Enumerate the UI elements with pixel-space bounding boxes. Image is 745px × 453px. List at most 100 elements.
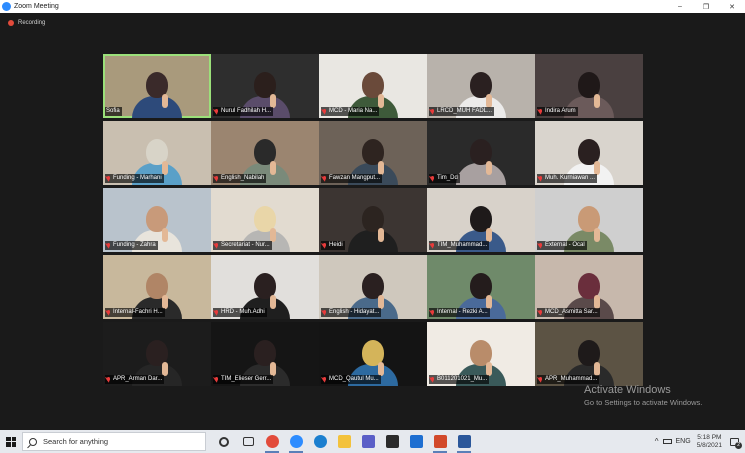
muted-mic-icon	[214, 175, 219, 182]
participant-tile[interactable]: Internal-Fachri H...	[103, 255, 211, 319]
participant-name-label: English - Hidayat...	[321, 308, 382, 317]
edge-taskbar-button[interactable]	[308, 430, 332, 453]
task-view-taskbar-button[interactable]	[236, 430, 260, 453]
participant-tile[interactable]: LRCD_MUH FADL...	[427, 54, 535, 118]
participant-tile[interactable]: MCD_Asmitta Sar...	[535, 255, 643, 319]
muted-mic-icon	[538, 309, 543, 316]
participant-name-label: Muh. Kurniawan ...	[537, 174, 598, 183]
participant-name-label: Funding - Zahra	[105, 241, 158, 250]
taskbar-search[interactable]: Search for anything	[22, 432, 206, 451]
start-button[interactable]	[0, 430, 22, 453]
muted-mic-icon	[538, 175, 543, 182]
teams-taskbar-button[interactable]	[356, 430, 380, 453]
notification-count: 2	[735, 441, 742, 449]
participant-name-label: External - Ocal	[537, 241, 587, 250]
chrome-taskbar-button[interactable]	[260, 430, 284, 453]
muted-mic-icon	[106, 242, 111, 249]
participant-name: Internal - Rezki A...	[437, 309, 488, 315]
battery-icon[interactable]	[662, 439, 672, 444]
search-icon	[29, 437, 37, 446]
participant-name-label: Secretariat - Nur...	[213, 241, 272, 250]
muted-mic-icon	[106, 376, 111, 383]
participant-tile[interactable]: Secretariat - Nur...	[211, 188, 319, 252]
muted-mic-icon	[430, 376, 435, 383]
participant-video	[132, 72, 182, 118]
participant-tile[interactable]: English - Hidayat...	[319, 255, 427, 319]
search-placeholder: Search for anything	[43, 437, 109, 446]
participant-tile[interactable]: Heidi	[319, 188, 427, 252]
participant-name: HRD - Muh.Adhi	[221, 309, 265, 315]
participant-name-label: Nurul Fadhilah H...	[213, 107, 274, 116]
watermark-title: Activate Windows	[584, 384, 671, 396]
participant-name-label: Indira Arum	[537, 107, 578, 116]
taskbar: Search for anything ^ ENG 5:18 PM 5/8/20…	[0, 430, 745, 453]
system-tray: ^ ENG 5:18 PM 5/8/2021 2	[655, 430, 745, 453]
muted-mic-icon	[106, 175, 111, 182]
participant-tile[interactable]: APR_Arman Dar...	[103, 322, 211, 386]
participant-video	[348, 206, 398, 252]
participant-tile[interactable]: Nurul Fadhilah H...	[211, 54, 319, 118]
participant-name: LRCD_MUH FADL...	[437, 108, 493, 114]
muted-mic-icon	[538, 108, 543, 115]
word-taskbar-button[interactable]	[452, 430, 476, 453]
participant-tile[interactable]: TIM_Muhammad...	[427, 188, 535, 252]
participant-name: B011201021_Mu...	[437, 376, 488, 382]
muted-mic-icon	[214, 309, 219, 316]
powerpoint-taskbar-button[interactable]	[428, 430, 452, 453]
participant-tile[interactable]: English_Nabilah	[211, 121, 319, 185]
file-explorer-taskbar-button[interactable]	[332, 430, 356, 453]
muted-mic-icon	[430, 309, 435, 316]
participant-name-label: LRCD_MUH FADL...	[429, 107, 495, 116]
taskbar-apps	[212, 430, 476, 453]
participant-name: Internal-Fachri H...	[113, 309, 163, 315]
cortana-taskbar-button[interactable]	[212, 430, 236, 453]
participant-tile[interactable]: MCD_Qautul Mu...	[319, 322, 427, 386]
participant-name: APR_Arman Dar...	[113, 376, 163, 382]
edge-icon	[313, 435, 327, 448]
participant-name-label: Sofia	[105, 107, 122, 116]
muted-mic-icon	[322, 175, 327, 182]
cortana-icon	[219, 436, 229, 447]
participant-name: TIM_Elieser Gerr...	[221, 376, 272, 382]
participant-name-label: B011201021_Mu...	[429, 375, 490, 384]
participant-name: Nurul Fadhilah H...	[221, 108, 272, 114]
participant-name-label: Internal - Rezki A...	[429, 308, 490, 317]
participant-name-label: MCD_Asmitta Sar...	[537, 308, 600, 317]
task-view-icon	[242, 437, 254, 446]
windows-logo-icon	[6, 436, 16, 447]
muted-mic-icon	[322, 309, 327, 316]
muted-mic-icon	[430, 242, 435, 249]
participant-tile[interactable]: Funding - Zahra	[103, 188, 211, 252]
clock-time: 5:18 PM	[697, 433, 722, 441]
participant-name: Heidi	[329, 242, 343, 248]
notification-center-icon[interactable]: 2	[730, 437, 742, 449]
participant-tile[interactable]: External - Ocal	[535, 188, 643, 252]
participant-tile[interactable]: Indira Arum	[535, 54, 643, 118]
file-explorer-icon	[337, 435, 351, 448]
muted-mic-icon	[538, 376, 543, 383]
participant-tile[interactable]: APR_Muhammad...	[535, 322, 643, 386]
participant-tile[interactable]: Fawzan Mangput...	[319, 121, 427, 185]
participant-tile[interactable]: Internal - Rezki A...	[427, 255, 535, 319]
participant-tile[interactable]: Tim_Dd	[427, 121, 535, 185]
zoom-taskbar-button[interactable]	[284, 430, 308, 453]
clock-date: 5/8/2021	[696, 441, 722, 449]
participant-tile[interactable]: MCD - Maria Na...	[319, 54, 427, 118]
zoom-icon	[289, 435, 303, 448]
muted-mic-icon	[322, 376, 327, 383]
participant-tile[interactable]: HRD - Muh.Adhi	[211, 255, 319, 319]
clock[interactable]: 5:18 PM 5/8/2021	[697, 434, 722, 450]
participant-tile[interactable]: TIM_Elieser Gerr...	[211, 322, 319, 386]
participant-name-label: APR_Muhammad...	[537, 375, 600, 384]
participant-name-label: Internal-Fachri H...	[105, 308, 165, 317]
show-hidden-icons-button[interactable]: ^	[655, 437, 659, 446]
participant-tile[interactable]: Muh. Kurniawan ...	[535, 121, 643, 185]
muted-mic-icon	[322, 108, 327, 115]
participant-tile[interactable]: Sofia	[103, 54, 211, 118]
participant-tile[interactable]: Funding - Marhani	[103, 121, 211, 185]
store-taskbar-button[interactable]	[380, 430, 404, 453]
participant-tile[interactable]: B011201021_Mu...	[427, 322, 535, 386]
participant-name-label: Heidi	[321, 241, 345, 250]
language-indicator[interactable]: ENG	[676, 438, 691, 445]
mail-taskbar-button[interactable]	[404, 430, 428, 453]
